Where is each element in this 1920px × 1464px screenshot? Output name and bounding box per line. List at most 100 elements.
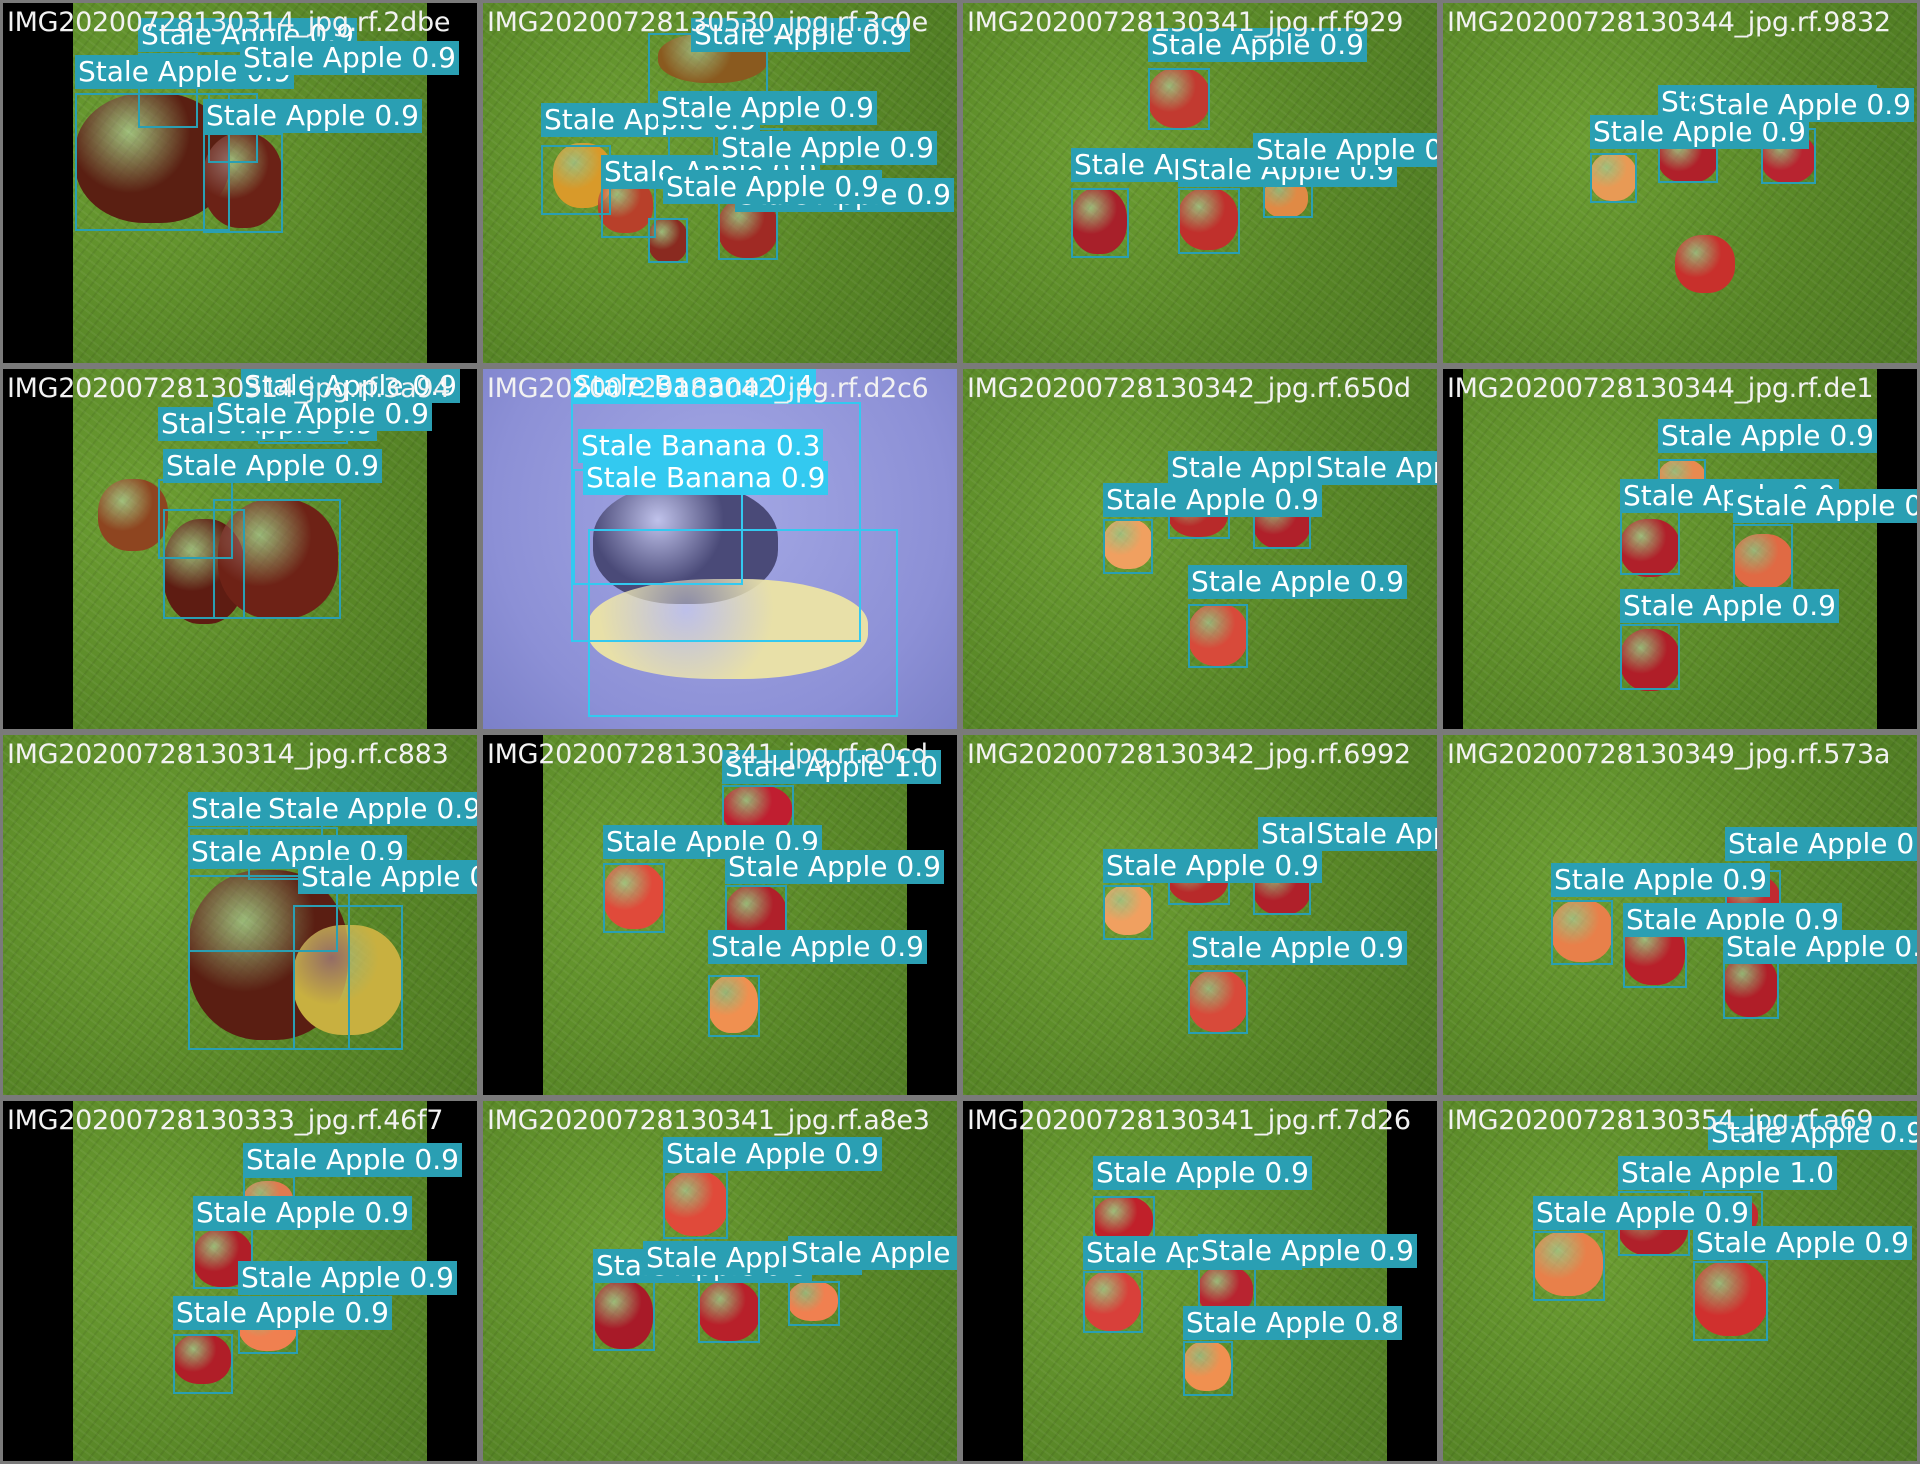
letterbox-pad (3, 1101, 73, 1461)
detection-box (1071, 188, 1129, 258)
mosaic-tile: IMG20200728130341_jpg.rf.7d26 Stale Apple… (960, 1098, 1440, 1464)
detection-label: Stale Apple 0.9 (1103, 483, 1322, 517)
grass-background (1443, 1101, 1917, 1461)
detection-box (603, 863, 665, 933)
detection-label: Stale Apple 0.9 (265, 792, 477, 826)
detection-label: Stale Apple 0.9 (1313, 451, 1437, 485)
detection-label: Stale Apple 0.9 (1313, 817, 1437, 851)
detection-box (593, 1281, 655, 1351)
letterbox-pad (1387, 1101, 1437, 1461)
grass-background (1443, 3, 1917, 363)
tile-filename: IMG20200728130530_jpg.rf.3c0e (487, 7, 928, 38)
detection-box (1620, 509, 1680, 575)
prediction-mosaic: IMG20200728130314_jpg.rf.2dbe Stale Apple… (0, 0, 1920, 1464)
tile-filename: IMG20200728130341_jpg.rf.7d26 (967, 1105, 1411, 1136)
tile-filename: IMG20200728130342_jpg.rf.650d (967, 373, 1411, 404)
grass-background (483, 735, 957, 1095)
detection-label: Stale Banana 0.9 (583, 461, 829, 495)
apple-object (1675, 235, 1735, 293)
detection-label: Stale Apple 0.9 (173, 1296, 392, 1330)
mosaic-tile: IMG20200728130314_jpg.rf.c883 Stale Apple… (0, 732, 480, 1098)
mosaic-tile: IMG20200728130354_jpg.rf.a69 Stale Apple … (1440, 1098, 1920, 1464)
detection-box (213, 499, 341, 619)
mosaic-tile: IMG20200728130344_jpg.rf.de1 Stale Apple … (1440, 366, 1920, 732)
tile-filename: IMG20200728130344_jpg.rf.de1 (1447, 373, 1874, 404)
detection-label: Stale Apple 0.9 (708, 930, 927, 964)
detection-label: Stale Apple 0.9 (1188, 931, 1407, 965)
tile-filename: IMG20200728130341_jpg.rf.a0cd (487, 739, 928, 770)
detection-box (1693, 1261, 1768, 1341)
detection-label: Stale Apple 0.9 (203, 99, 422, 133)
detection-label: Stale Apple 0.9 (1103, 849, 1322, 883)
detection-box (1103, 519, 1153, 574)
mosaic-tile: IMG20200728130341_jpg.rf.f929 Stale Apple… (960, 0, 1440, 366)
detection-label: Stale Apple 0.9 (663, 170, 882, 204)
detection-label: Stale Apple 0.9 (1198, 1234, 1417, 1268)
letterbox-pad (3, 369, 73, 729)
detection-label: Stale Apple 0.9 (240, 41, 459, 75)
letterbox-pad (1877, 369, 1917, 729)
detection-box (1083, 1271, 1143, 1333)
letterbox-pad (427, 369, 477, 729)
mosaic-tile: IMG20200729183042_jpg.rf.d2c6 Stale Banan… (480, 366, 960, 732)
mosaic-tile: IMG20200728130344_jpg.rf.9832 Stale Apple… (1440, 0, 1920, 366)
tile-filename: IMG20200728130354_jpg.rf.a69 (1447, 1105, 1874, 1136)
detection-box (1733, 524, 1793, 589)
detection-label: Stale Apple 0.9 (1093, 1156, 1312, 1190)
detection-box (1148, 68, 1210, 130)
tile-filename: IMG20200728130314_jpg.rf.3a94 (7, 373, 451, 404)
mosaic-tile: IMG20200728130314_jpg.rf.2dbe Stale Apple… (0, 0, 480, 366)
detection-label: Stale Apple 0.9 (238, 1261, 457, 1295)
mosaic-tile: IMG20200728130341_jpg.rf.a8e3 Stale Apple… (480, 1098, 960, 1464)
mosaic-tile: IMG20200728130342_jpg.rf.6992 Stale Apple… (960, 732, 1440, 1098)
detection-label: Stale Apple 0.9 (718, 131, 937, 165)
letterbox-pad (483, 735, 543, 1095)
letterbox-pad (907, 735, 957, 1095)
detection-label: Stale Apple 0.9 (658, 91, 877, 125)
tile-filename: IMG20200728130349_jpg.rf.573a (1447, 739, 1891, 770)
mosaic-tile: IMG20200728130341_jpg.rf.a0cd Stale Apple… (480, 732, 960, 1098)
mosaic-tile: IMG20200728130349_jpg.rf.573a Stale Apple… (1440, 732, 1920, 1098)
detection-label: Stale Apple 0.9 (1693, 1226, 1912, 1260)
mosaic-tile: IMG20200728130333_jpg.rf.46f7 Stale Apple… (0, 1098, 480, 1464)
letterbox-pad (1443, 369, 1463, 729)
detection-label: Stale Apple 0.9 (1551, 863, 1770, 897)
detection-label: Stale Apple 0.9 (788, 1236, 957, 1270)
detection-box (1188, 604, 1248, 668)
detection-label: Stale Apple 0.9 (298, 860, 477, 894)
tile-filename: IMG20200728130333_jpg.rf.46f7 (7, 1105, 444, 1136)
detection-label: Stale Apple 0.9 (1733, 489, 1917, 523)
detection-box (1590, 153, 1637, 203)
detection-label: Stale Apple 0.9 (163, 449, 382, 483)
detection-box (1533, 1231, 1605, 1301)
detection-box (173, 1334, 233, 1394)
mosaic-tile: IMG20200728130530_jpg.rf.3c0e Stale Apple… (480, 0, 960, 366)
detection-label: Stale Apple 0.9 (663, 1137, 882, 1171)
detection-label: Stale Apple 0.9 (193, 1196, 412, 1230)
detection-box (588, 529, 898, 717)
detection-box (1551, 900, 1613, 965)
detection-label: Stale Apple 0.9 (725, 850, 944, 884)
letterbox-pad (3, 3, 73, 363)
detection-box (663, 1171, 728, 1239)
grass-background (963, 735, 1437, 1095)
tile-filename: IMG20200729183042_jpg.rf.d2c6 (487, 373, 929, 404)
detection-box (203, 133, 283, 233)
detection-box (1178, 188, 1240, 254)
letterbox-pad (963, 1101, 1023, 1461)
detection-label: Stale Apple 0.9 (1723, 930, 1917, 964)
detection-box (293, 905, 403, 1050)
tile-filename: IMG20200728130314_jpg.rf.2dbe (7, 7, 451, 38)
detection-label: Stale Apple 0.9 (1725, 827, 1917, 861)
detection-label: Stale Apple 0.9 (1695, 88, 1914, 122)
tile-filename: IMG20200728130341_jpg.rf.a8e3 (487, 1105, 930, 1136)
detection-label: Stale Apple 0.9 (243, 1143, 462, 1177)
detection-label: Stale Apple 0.8 (1253, 133, 1437, 167)
detection-label: Stale Apple 0.9 (1533, 1196, 1752, 1230)
mosaic-tile: IMG20200728130342_jpg.rf.650d Stale Apple… (960, 366, 1440, 732)
detection-box (1723, 955, 1779, 1019)
detection-label: Stale Apple 0.9 (1188, 565, 1407, 599)
detection-box (698, 1281, 760, 1343)
detection-box (1103, 885, 1153, 940)
tile-filename: IMG20200728130342_jpg.rf.6992 (967, 739, 1411, 770)
